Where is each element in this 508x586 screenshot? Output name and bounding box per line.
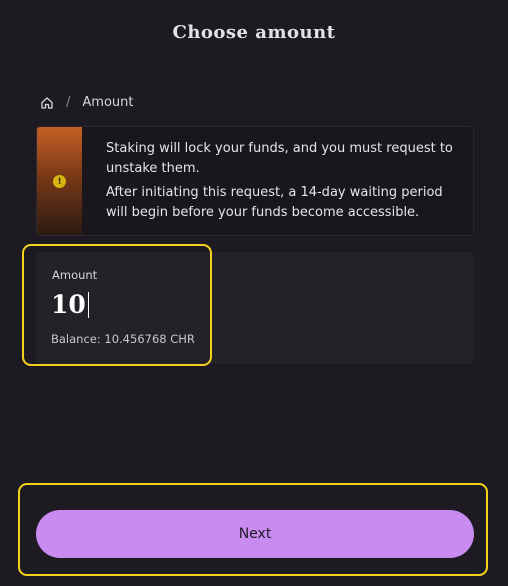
amount-label: Amount (52, 268, 98, 282)
balance-text: Balance: 10.456768 CHR (51, 332, 195, 346)
breadcrumb-current: Amount (82, 95, 134, 110)
text-caret (87, 291, 90, 318)
warning-text-line1: Staking will lock your funds, and you mu… (106, 141, 453, 176)
breadcrumb: / Amount (40, 95, 133, 110)
warning-text-line2: After initiating this request, a 14-day … (106, 185, 443, 220)
home-icon[interactable] (40, 96, 54, 110)
staking-warning: ! Staking will lock your funds, and you … (36, 126, 474, 236)
choose-amount-page: Choose amount / Amount ! Staking will lo… (0, 0, 508, 586)
amount-value[interactable]: 10 (51, 290, 86, 319)
amount-input[interactable]: 10 (51, 290, 90, 319)
page-title: Choose amount (172, 22, 336, 43)
breadcrumb-separator: / (66, 95, 71, 110)
info-icon: ! (53, 175, 66, 188)
next-button[interactable]: Next (36, 510, 474, 558)
